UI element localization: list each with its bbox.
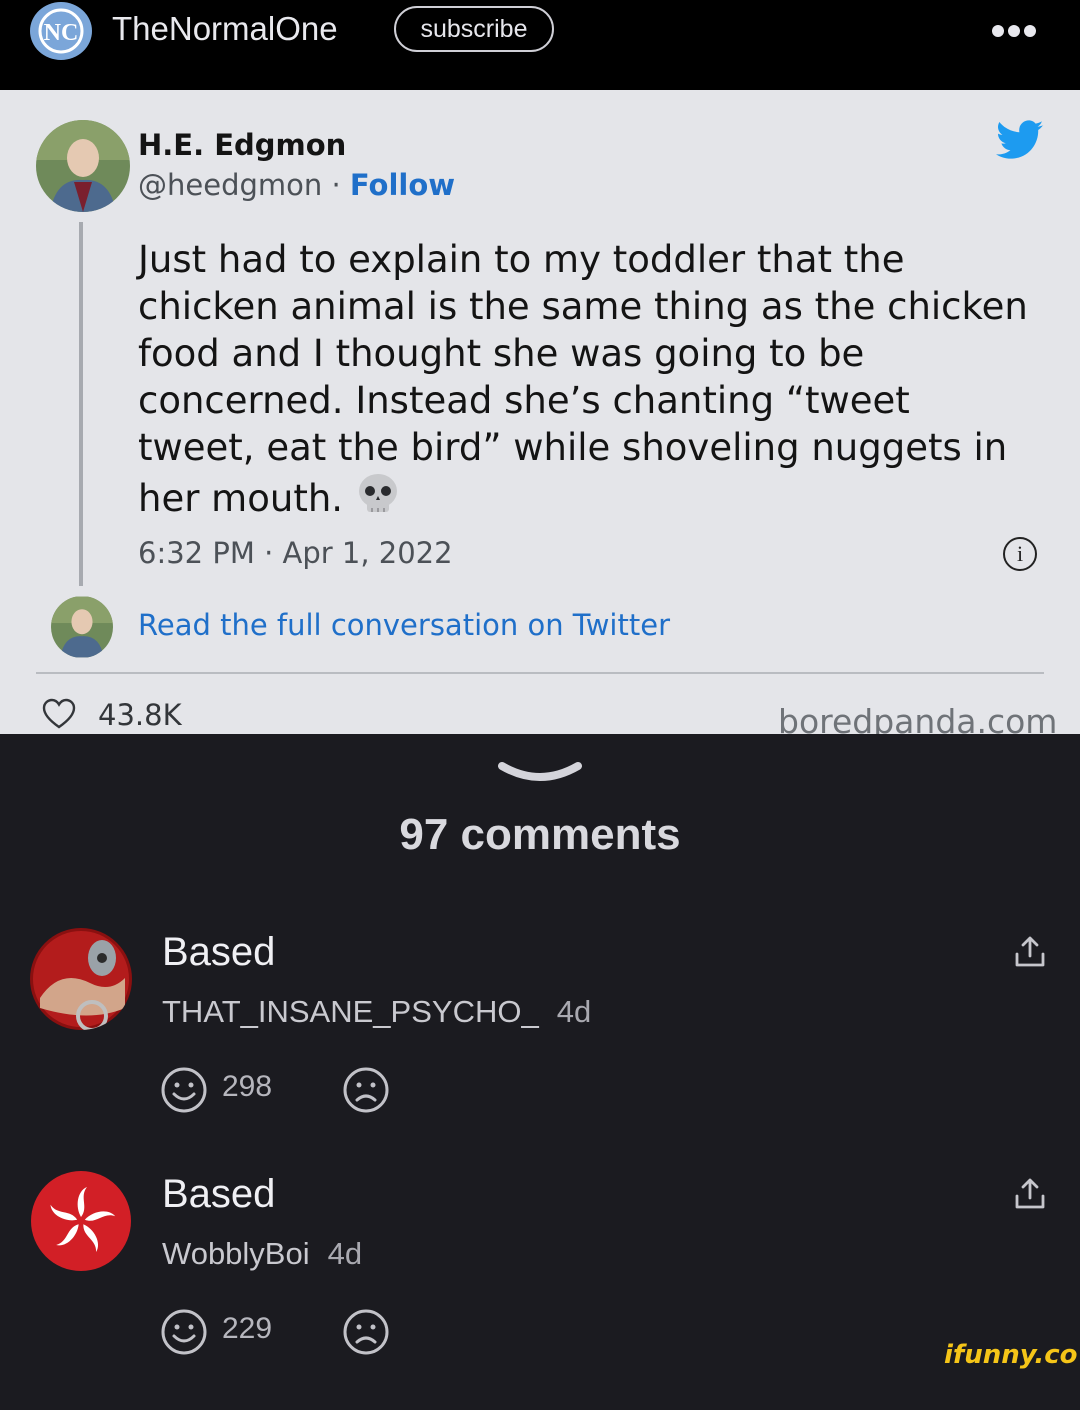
tweet-card: H.E. Edgmon @heedgmon · Follow Just had … (0, 90, 1080, 734)
more-dots-icon[interactable] (992, 22, 1042, 37)
tweet-text: Just had to explain to my toddler that t… (138, 238, 1028, 520)
twitter-bird-icon[interactable] (996, 120, 1044, 164)
tweet-author-name[interactable]: H.E. Edgmon (138, 128, 346, 162)
chevron-down-icon[interactable] (496, 758, 584, 788)
channel-avatar[interactable]: NC (30, 2, 92, 60)
thread-line (79, 222, 83, 586)
smile-upvote-icon[interactable] (160, 1308, 208, 1356)
share-icon[interactable] (1012, 934, 1048, 970)
tweet-handle[interactable]: @heedgmon (138, 168, 322, 202)
comment-item: Based THAT_INSANE_PSYCHO_ 4d 298 (0, 928, 1080, 1168)
comment-age: 4d (327, 1236, 363, 1271)
channel-name[interactable]: TheNormalOne (112, 10, 338, 48)
subscribe-button[interactable]: subscribe (394, 6, 554, 52)
comment-score: 229 (222, 1312, 273, 1345)
comment-username[interactable]: THAT_INSANE_PSYCHO_ (162, 994, 539, 1029)
comment-age: 4d (556, 994, 592, 1029)
tweet-divider (36, 672, 1044, 674)
comment-username[interactable]: WobblyBoi (162, 1236, 310, 1271)
comments-count: 97 comments (399, 810, 681, 859)
commenter-avatar[interactable] (30, 928, 132, 1030)
tweet-handle-line: @heedgmon · Follow (138, 168, 455, 202)
frown-downvote-icon[interactable] (342, 1066, 390, 1114)
svg-text:NC: NC (44, 20, 79, 46)
tweet-author-avatar[interactable] (36, 120, 130, 212)
commenter-avatar[interactable] (30, 1170, 132, 1272)
frown-downvote-icon[interactable] (342, 1308, 390, 1356)
heart-icon[interactable] (42, 698, 76, 730)
info-icon[interactable]: i (1003, 537, 1037, 571)
share-icon[interactable] (1012, 1176, 1048, 1212)
top-bar: NC TheNormalOne subscribe (0, 0, 1080, 90)
like-count: 43.8K (98, 698, 182, 732)
comment-text: Based (162, 930, 276, 974)
smile-upvote-icon[interactable] (160, 1066, 208, 1114)
comment-meta: WobblyBoi 4d (162, 1236, 362, 1272)
tweet-body: Just had to explain to my toddler that t… (138, 236, 1038, 528)
skull-icon (355, 471, 401, 528)
source-watermark: boredpanda.com (778, 702, 1058, 734)
follow-link[interactable]: Follow (350, 168, 455, 202)
read-conversation-link[interactable]: Read the full conversation on Twitter (138, 608, 670, 642)
ifunny-watermark: ifunny.co (944, 1340, 1078, 1370)
comment-text: Based (162, 1172, 276, 1216)
comment-score: 298 (222, 1070, 273, 1103)
comment-item: Based WobblyBoi 4d 229 (0, 1170, 1080, 1410)
small-author-avatar (51, 596, 113, 658)
handle-separator: · (322, 168, 350, 202)
tweet-timestamp[interactable]: 6:32 PM · Apr 1, 2022 (138, 536, 453, 570)
comment-meta: THAT_INSANE_PSYCHO_ 4d (162, 994, 591, 1030)
